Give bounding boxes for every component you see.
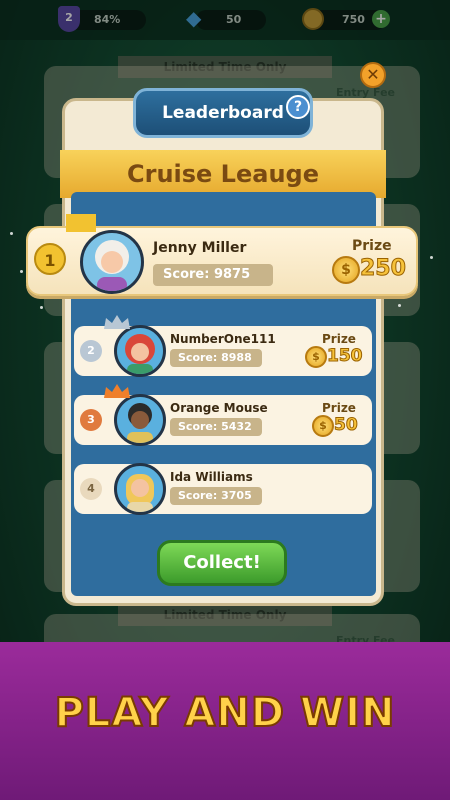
coin-icon: $ <box>305 346 327 368</box>
prize-amount: 150 <box>327 346 363 367</box>
player-score: Score: 9875 <box>153 264 273 286</box>
blonde-woman-avatar-icon <box>126 474 154 512</box>
player-name: NumberOne111 <box>170 332 276 346</box>
prize-label: Prize <box>352 238 392 254</box>
sparkle <box>20 270 23 273</box>
prize-label: Prize <box>322 401 356 415</box>
player-score: Score: 8988 <box>170 349 262 367</box>
sparkle <box>430 256 433 259</box>
promo-headline: PLAY AND WIN <box>54 689 396 737</box>
rank-badge-3: 3 <box>80 409 102 431</box>
player-name: Ida Williams <box>170 470 253 484</box>
player-score: Score: 5432 <box>170 418 262 436</box>
elderly-woman-avatar-icon <box>95 240 129 291</box>
rank-badge-1: 1 <box>34 243 66 275</box>
man-avatar-icon <box>127 403 153 443</box>
red-hair-woman-avatar-icon <box>125 334 155 374</box>
player-score: Score: 3705 <box>170 487 262 505</box>
prize-amount: 250 <box>360 256 407 282</box>
crown-shape <box>104 384 130 398</box>
crown-shape <box>104 315 130 329</box>
close-button[interactable]: ✕ <box>360 62 386 88</box>
collect-button[interactable]: Collect! <box>157 540 287 586</box>
avatar-numberone111 <box>114 325 166 377</box>
silver-crown-icon <box>104 314 130 329</box>
crown-shape <box>66 214 96 232</box>
coin-icon: $ <box>312 415 334 437</box>
player-name: Orange Mouse <box>170 401 268 415</box>
bronze-crown-icon <box>104 383 130 398</box>
player-name: Jenny Miller <box>153 240 247 256</box>
rank-badge-4: 4 <box>80 478 102 500</box>
avatar-orange-mouse <box>114 394 166 446</box>
avatar-ida-williams <box>114 463 166 515</box>
sparkle <box>40 306 43 309</box>
rank-badge-2: 2 <box>80 340 102 362</box>
sparkle <box>398 304 401 307</box>
leaderboard-title: Leaderboard <box>133 88 313 138</box>
sparkle <box>10 232 13 235</box>
league-title: Cruise Leauge <box>60 150 386 198</box>
help-icon[interactable]: ? <box>286 95 310 119</box>
prize-label: Prize <box>322 332 356 346</box>
coin-icon: $ <box>332 256 360 284</box>
prize-amount: 50 <box>334 415 359 436</box>
avatar-jenny-miller <box>80 230 144 294</box>
gold-crown-icon <box>66 214 96 232</box>
